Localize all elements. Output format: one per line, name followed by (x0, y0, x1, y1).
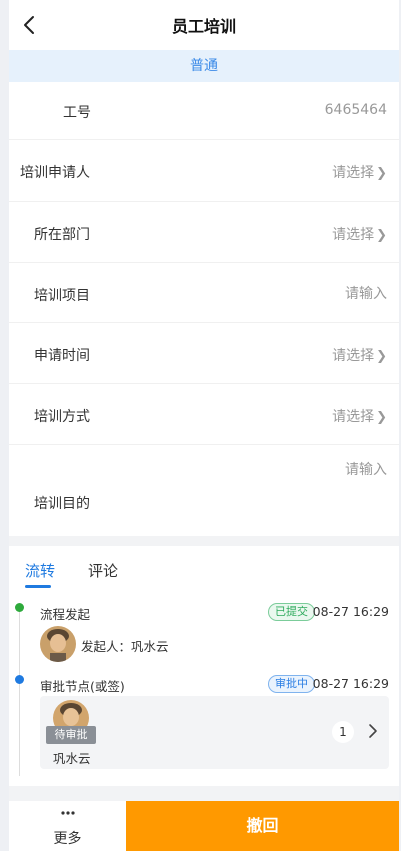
employee-id-label: 工号 (63, 105, 91, 121)
active-tab-indicator (25, 585, 51, 588)
tab-flow[interactable]: 流转 (25, 560, 55, 581)
more-label: 更多 (53, 831, 82, 847)
pending-badge: 待审批 (46, 726, 96, 744)
tab-comments[interactable]: 评论 (88, 560, 118, 581)
apply-time-placeholder: 请选择 (332, 348, 375, 364)
chevron-right-icon: ❯ (376, 166, 387, 181)
apply-time-label: 申请时间 (34, 348, 90, 364)
status-badge: 审批中 (268, 675, 315, 693)
project-input[interactable]: 请输入 (345, 283, 387, 303)
department-placeholder: 请选择 (332, 227, 375, 243)
project-label: 培训项目 (34, 288, 90, 304)
method-row[interactable]: 培训方式 请选择 ❯ (9, 384, 399, 445)
app-page: 员工培训 普通 工号 6465464 培训申请人 请选择 ❯ 所在部门 请选择 ❯ … (9, 0, 399, 851)
applicant-row[interactable]: 培训申请人 请选择 ❯ (9, 140, 399, 202)
step-time: 08-27 16:29 (312, 604, 389, 619)
chevron-right-icon[interactable] (367, 722, 379, 740)
method-select[interactable]: 请选择 ❯ (332, 406, 387, 426)
employee-id-row: 工号 6465464 (9, 82, 399, 140)
purpose-input[interactable]: 请输入 (345, 459, 387, 479)
project-row[interactable]: 培训项目 请输入 (9, 263, 399, 323)
chevron-right-icon: ❯ (376, 228, 387, 243)
more-button[interactable]: 更多 (9, 801, 126, 851)
page-title: 员工培训 (171, 17, 236, 36)
avatar (40, 626, 76, 662)
applicant-select[interactable]: 请选择 ❯ (332, 162, 387, 182)
priority-banner: 普通 (9, 50, 399, 82)
section-gap (9, 536, 399, 546)
nav-bar: 员工培训 (9, 0, 399, 50)
step-title: 审批节点(或签) (40, 679, 125, 694)
avatar-image (40, 626, 76, 662)
employee-id-value: 6465464 (324, 102, 387, 118)
step-dot-done (15, 603, 24, 612)
more-dots-icon (61, 811, 75, 815)
department-label: 所在部门 (34, 227, 90, 243)
chevron-right-icon: ❯ (376, 410, 387, 425)
applicant-label: 培训申请人 (20, 165, 90, 181)
applicant-placeholder: 请选择 (332, 165, 375, 181)
training-form: 工号 6465464 培训申请人 请选择 ❯ 所在部门 请选择 ❯ 培训项目 请输入… (9, 82, 399, 536)
step-dot-active (15, 675, 24, 684)
step-title: 流程发起 (40, 607, 91, 622)
timeline-line (19, 684, 20, 776)
department-select[interactable]: 请选择 ❯ (332, 224, 387, 244)
initiator-text: 发起人：巩水云 (81, 639, 169, 654)
apply-time-select[interactable]: 请选择 ❯ (332, 345, 387, 365)
timeline-line (19, 612, 20, 676)
approver-count: 1 (332, 721, 354, 743)
flow-tabs: 流转 评论 (9, 546, 399, 596)
app-frame: 员工培训 普通 工号 6465464 培训申请人 请选择 ❯ 所在部门 请选择 ❯ … (0, 0, 401, 851)
bottom-bar: 更多 撤回 (9, 801, 399, 851)
revoke-button[interactable]: 撤回 (126, 801, 399, 851)
method-placeholder: 请选择 (332, 409, 375, 425)
chevron-right-icon: ❯ (376, 349, 387, 364)
approver-name: 巩水云 (53, 751, 91, 766)
method-label: 培训方式 (34, 409, 90, 425)
step-time: 08-27 16:29 (312, 676, 389, 691)
purpose-row[interactable]: 培训目的 请输入 (9, 445, 399, 536)
purpose-label: 培训目的 (34, 496, 90, 512)
apply-time-row[interactable]: 申请时间 请选择 ❯ (9, 323, 399, 384)
department-row[interactable]: 所在部门 请选择 ❯ (9, 202, 399, 263)
status-badge: 已提交 (268, 603, 315, 621)
